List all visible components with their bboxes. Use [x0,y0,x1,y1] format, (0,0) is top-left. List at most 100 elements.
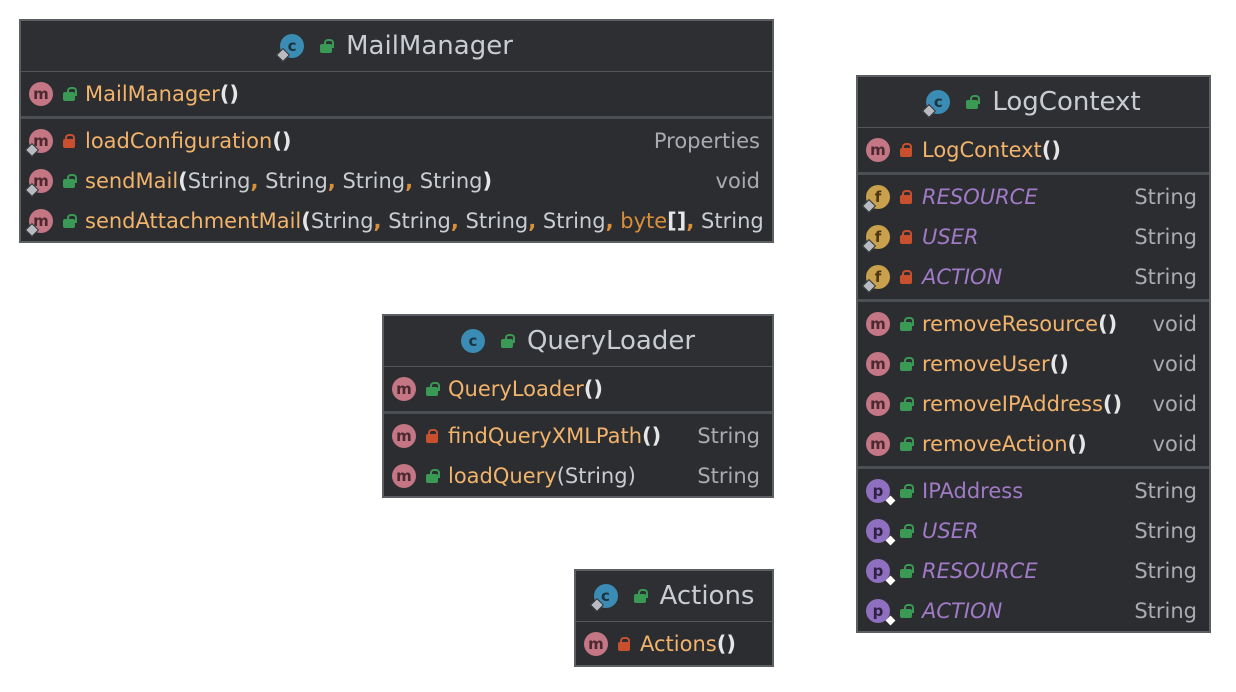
property-name: USER [922,519,979,543]
property-name: RESOURCE [922,559,1038,583]
class-box-mailmanager[interactable]: c MailManager m MailManager() m loadConf… [19,19,774,243]
method-icon: m [24,129,53,158]
public-lock-icon [900,437,914,451]
public-lock-icon [900,604,914,618]
method-row[interactable]: m removeAction() void [858,424,1209,464]
method-name: loadConfiguration [85,129,273,153]
property-name: IPAddress [922,479,1024,503]
property-icon: p [866,559,896,586]
method-row[interactable]: m findQueryXMLPath() String [384,416,772,456]
methods-section: m loadConfiguration() Properties m sendM… [21,116,772,241]
class-box-queryloader[interactable]: c QueryLoader m QueryLoader() m findQuer… [382,314,774,498]
field-row[interactable]: f ACTION String [858,257,1209,297]
method-name: removeAction [922,432,1068,456]
method-row[interactable]: m loadConfiguration() Properties [21,121,772,161]
method-row[interactable]: m removeUser() void [858,344,1209,384]
constructor-name: QueryLoader [448,377,584,401]
public-lock-icon [320,39,335,53]
constructor-section: m LogContext() [858,128,1209,172]
class-name: Actions [659,581,755,611]
constructor-row[interactable]: m QueryLoader() [384,369,772,409]
constructor-section: m QueryLoader() [384,367,772,411]
private-lock-icon [63,134,75,148]
method-params: () [1049,352,1069,376]
class-box-logcontext[interactable]: c LogContext m LogContext() f RESOURCE S… [856,75,1211,633]
constructor-name: Actions [640,632,717,656]
class-name: MailManager [346,31,513,61]
class-box-actions[interactable]: c Actions m Actions() [574,569,774,667]
method-name: sendAttachmentMail [85,209,302,233]
method-icon: m [392,464,416,488]
method-row[interactable]: m sendMail(String, String, String, Strin… [21,161,772,201]
public-lock-icon [426,382,440,396]
public-lock-icon [426,469,440,483]
return-type: void [1152,392,1197,416]
property-name: ACTION [922,599,1003,623]
fields-section: f RESOURCE String f USER String f ACTION… [858,172,1209,299]
method-icon: m [866,138,890,162]
private-lock-icon [900,230,912,244]
class-icon: c [589,584,618,613]
method-params: () [1067,432,1087,456]
method-icon: m [866,312,890,336]
return-type: String [697,424,760,448]
method-row[interactable]: m removeResource() void [858,304,1209,344]
public-lock-icon [900,317,914,331]
field-icon: f [861,185,890,214]
method-row[interactable]: m removeIPAddress() void [858,384,1209,424]
method-icon: m [866,392,890,416]
class-icon: c [276,34,305,63]
public-lock-icon [63,174,77,188]
return-type: String [697,464,760,488]
constructor-section: m MailManager() [21,72,772,116]
constructor-row[interactable]: m LogContext() [858,130,1209,170]
method-name: removeResource [922,312,1099,336]
field-name: USER [922,225,979,249]
class-header: c MailManager [21,21,772,72]
public-lock-icon [900,484,914,498]
method-name: sendMail [85,169,179,193]
field-row[interactable]: f USER String [858,217,1209,257]
method-params: () [272,129,292,153]
method-name: loadQuery [448,464,557,488]
public-lock-icon [900,564,914,578]
method-icon: m [584,632,608,656]
property-row[interactable]: p USER String [858,511,1209,551]
constructor-row[interactable]: m MailManager() [21,74,772,114]
method-name: removeIPAddress [922,392,1103,416]
constructor-name: LogContext [922,138,1042,162]
method-params: (String, String, String, String) [178,169,493,193]
method-row[interactable]: m loadQuery(String) String [384,456,772,496]
constructor-row[interactable]: m Actions() [576,624,772,664]
method-row[interactable]: m sendAttachmentMail(String, String, Str… [21,201,772,241]
methods-section: m findQueryXMLPath() String m loadQuery(… [384,411,772,496]
private-lock-icon [618,637,630,651]
method-icon: m [392,424,416,448]
class-header: c Actions [576,571,772,622]
field-row[interactable]: f RESOURCE String [858,177,1209,217]
property-row[interactable]: p IPAddress String [858,471,1209,511]
field-icon: f [861,265,890,294]
field-icon: f [861,225,890,254]
methods-section: m removeResource() void m removeUser() v… [858,299,1209,466]
class-name: LogContext [992,87,1141,117]
field-name: RESOURCE [922,185,1038,209]
field-type: String [1134,265,1197,289]
public-lock-icon [900,397,914,411]
method-name: removeUser [922,352,1050,376]
property-type: String [1134,519,1197,543]
method-icon: m [866,352,890,376]
private-lock-icon [900,143,912,157]
property-row[interactable]: p RESOURCE String [858,551,1209,591]
field-type: String [1134,185,1197,209]
return-type: void [1152,352,1197,376]
property-type: String [1134,479,1197,503]
field-type: String [1134,225,1197,249]
property-icon: p [866,599,896,626]
method-params: () [1098,312,1118,336]
public-lock-icon [63,87,77,101]
method-name: findQueryXMLPath [448,424,643,448]
private-lock-icon [426,429,438,443]
constructor-name: MailManager [85,82,220,106]
property-row[interactable]: p ACTION String [858,591,1209,631]
